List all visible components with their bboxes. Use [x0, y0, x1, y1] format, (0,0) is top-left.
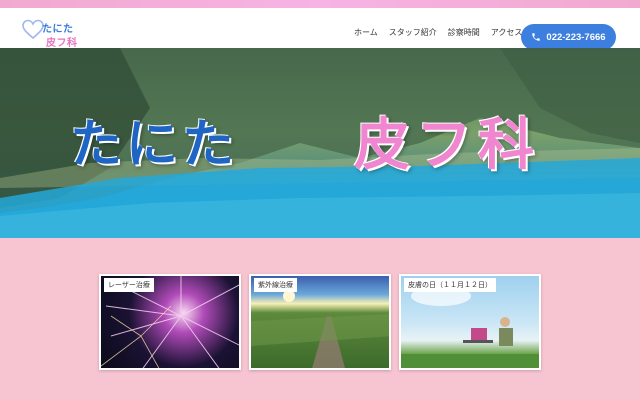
- hero-title-part1: たにた: [70, 115, 239, 175]
- service-card-skin-day[interactable]: 皮膚の日（１１月１２日）: [399, 274, 541, 370]
- phone-number: 022-223-7666: [546, 31, 606, 43]
- phone-button[interactable]: 022-223-7666: [521, 24, 616, 50]
- nav-item-home[interactable]: ホーム: [354, 27, 378, 38]
- nav-item-staff[interactable]: スタッフ紹介: [389, 27, 437, 38]
- main-nav: ホーム スタッフ紹介 診察時間 アクセス: [354, 27, 533, 38]
- heart-icon: [22, 19, 44, 40]
- nav-item-hours[interactable]: 診察時間: [448, 27, 480, 38]
- service-card-laser[interactable]: レーザー治療: [99, 274, 241, 370]
- site-header: たにた 皮フ科 ホーム スタッフ紹介 診察時間 アクセス 022-223-766…: [0, 8, 640, 51]
- service-card-label: レーザー治療: [104, 278, 154, 292]
- hero-banner: たにた 皮フ科: [0, 48, 640, 238]
- hero-title-part2: 皮フ科: [354, 113, 540, 178]
- service-card-label: 紫外線治療: [254, 278, 297, 292]
- services-section: レーザー治療 紫外線治療 皮膚の日（１１月１２日）: [0, 238, 640, 400]
- top-strip: [0, 0, 640, 8]
- logo-text-line1: たにた: [42, 24, 74, 35]
- site-logo[interactable]: たにた 皮フ科: [22, 17, 82, 51]
- phone-icon: [532, 33, 541, 41]
- service-card-label: 皮膚の日（１１月１２日）: [404, 278, 496, 292]
- nav-item-access[interactable]: アクセス: [491, 27, 523, 38]
- service-card-uv[interactable]: 紫外線治療: [249, 274, 391, 370]
- logo-text-line2: 皮フ科: [46, 38, 78, 49]
